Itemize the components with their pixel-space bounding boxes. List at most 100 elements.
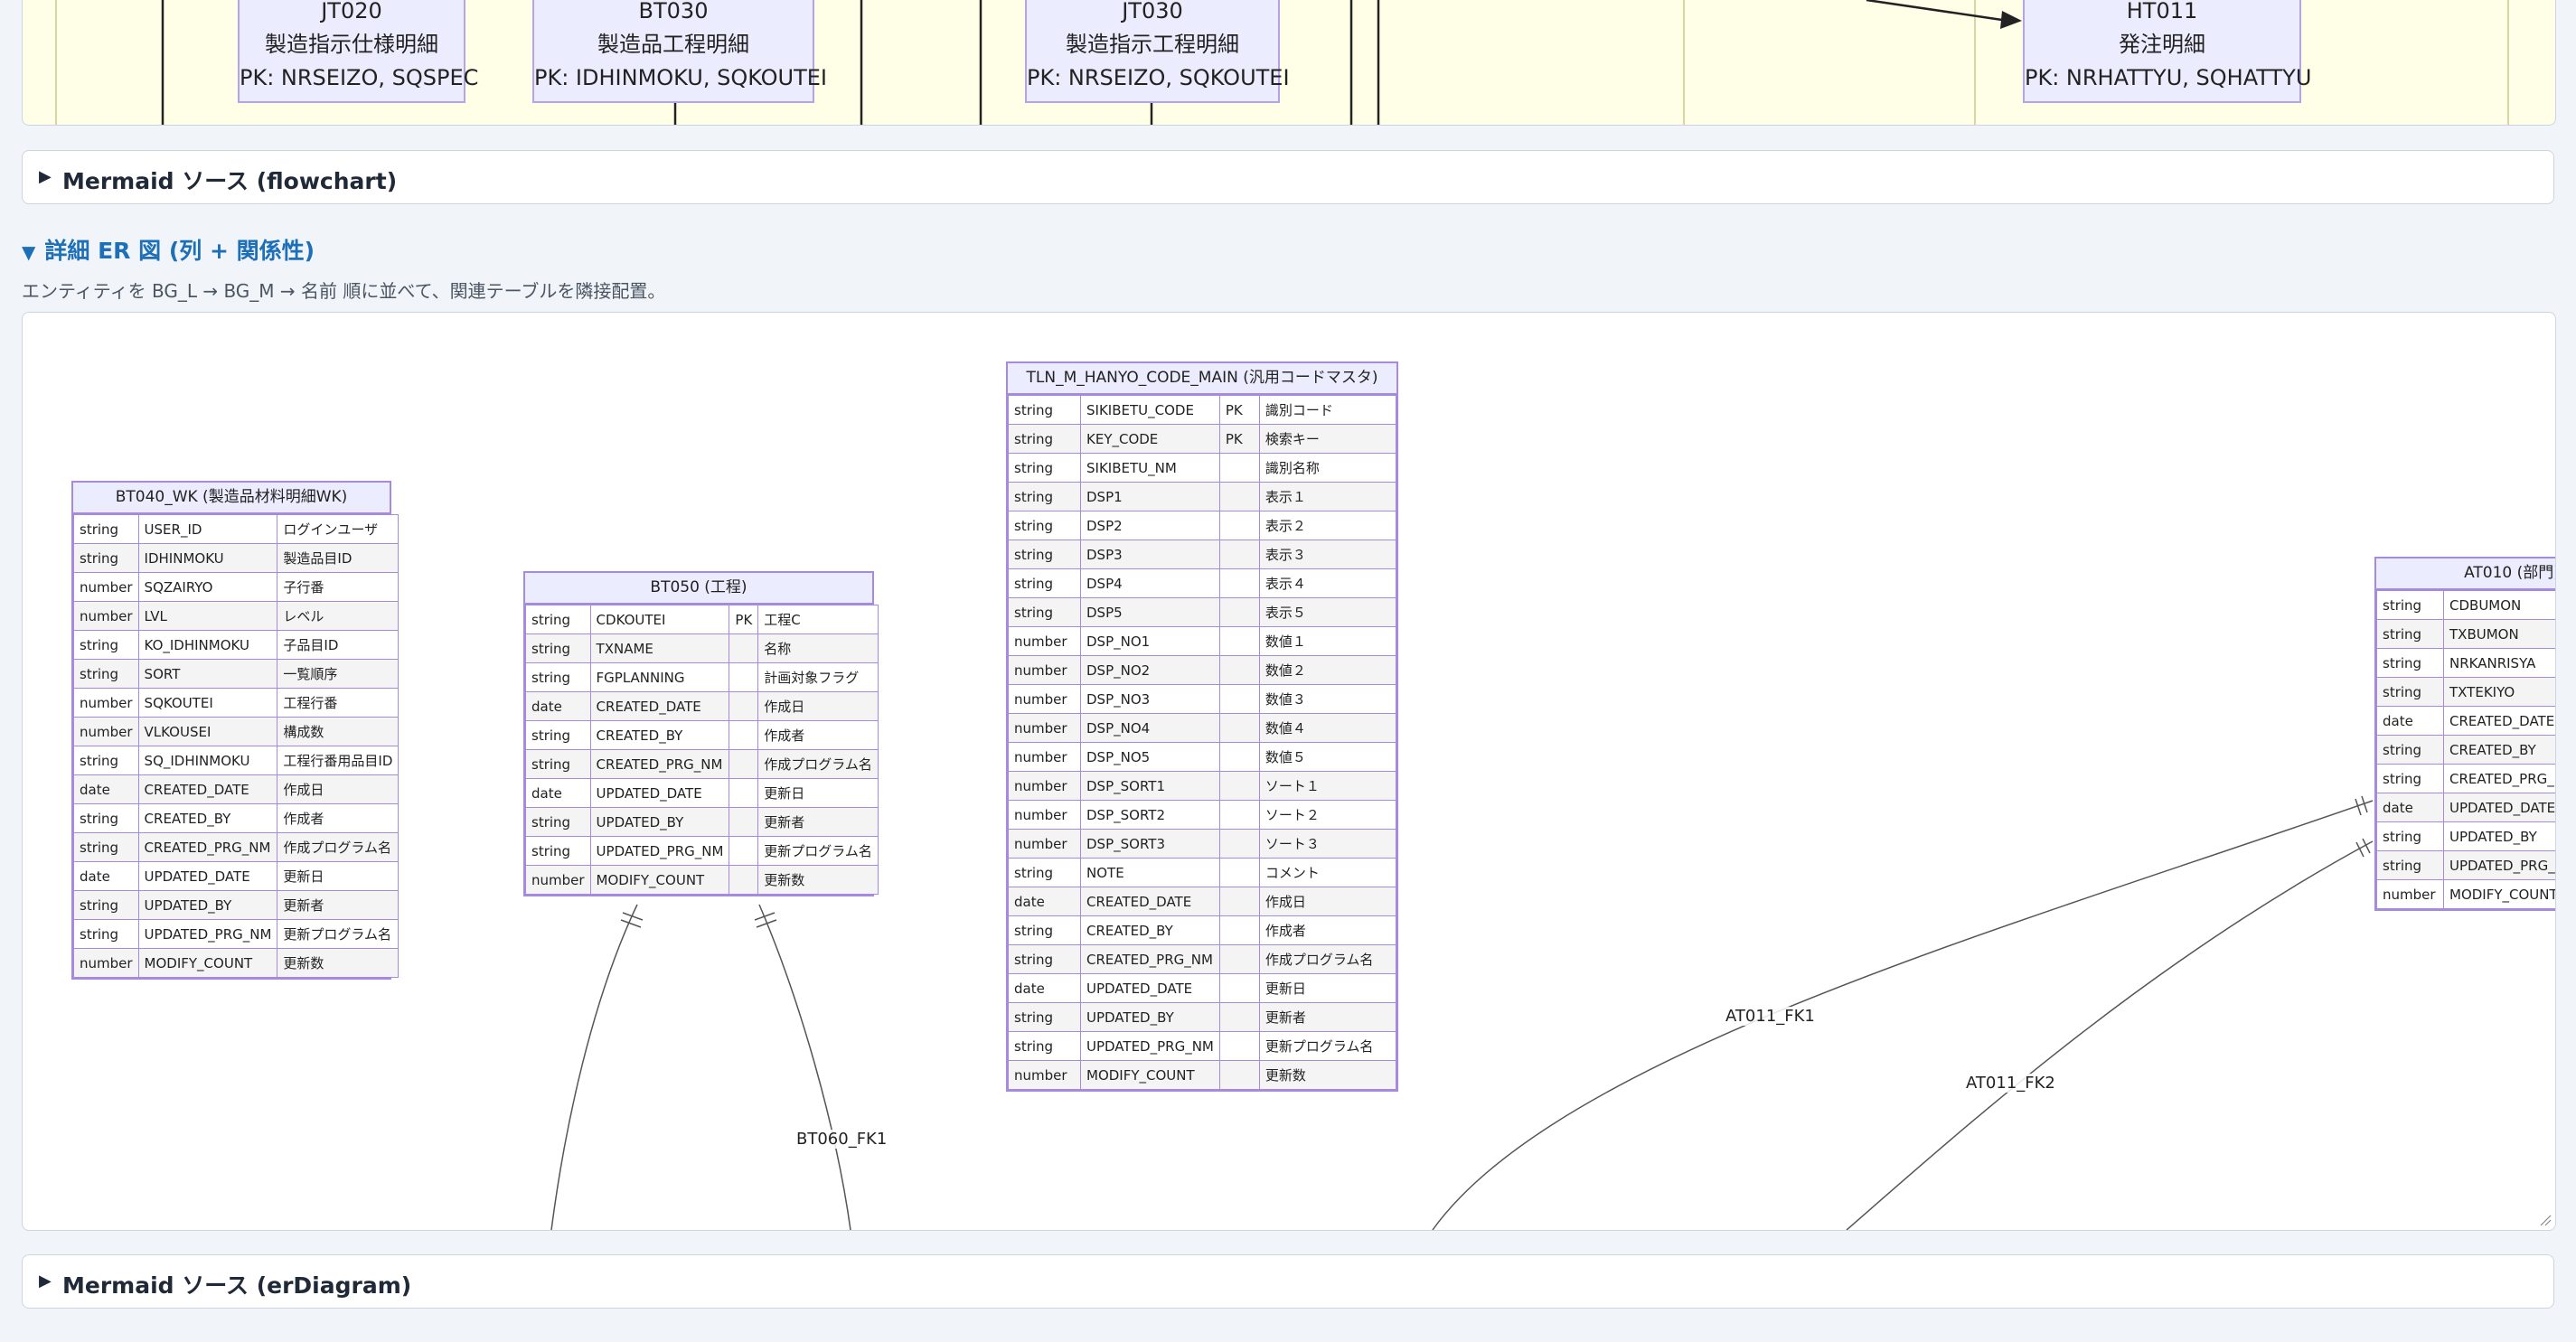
flow-node-bt030: BT030 製造品工程明細 PK: IDHINMOKU, SQKOUTEI: [532, 0, 827, 103]
entity-attribute-row: number MODIFY_COUNT 更新数: [1008, 1060, 1397, 1090]
attribute-name: FGPLANNING: [589, 662, 730, 692]
attribute-comment: 表示２: [1258, 511, 1397, 540]
attribute-name: SQKOUTEI: [137, 688, 278, 718]
attribute-key: [1218, 540, 1260, 569]
attribute-type: number: [73, 948, 139, 978]
attribute-name: UPDATED_DATE: [1080, 973, 1220, 1003]
entity-attribute-row: string IDHINMOKU 製造品目ID: [73, 543, 400, 573]
attribute-key: [1218, 915, 1260, 945]
attribute-comment: 子品目ID: [277, 630, 400, 660]
attribute-key: [729, 807, 759, 837]
attribute-key: [729, 633, 759, 663]
entity-attribute-row: string NRKANRISYA: [2376, 648, 2555, 678]
attribute-key: [1218, 597, 1260, 627]
attribute-name: DSP3: [1080, 540, 1220, 569]
attribute-type: number: [73, 601, 139, 631]
attribute-key: [1218, 713, 1260, 743]
attribute-key: [729, 662, 759, 692]
attribute-comment: 識別名称: [1258, 453, 1397, 483]
attribute-type: string: [73, 630, 139, 660]
attribute-type: number: [1008, 1060, 1081, 1090]
node-code: BT030: [638, 0, 709, 23]
attribute-type: number: [1008, 713, 1081, 743]
attribute-key: [1218, 800, 1260, 830]
attribute-type: string: [73, 514, 139, 544]
entity-bt050: BT050 (工程) string CDKOUTEI PK 工程C string TXNA…: [523, 571, 879, 896]
attribute-type: date: [1008, 887, 1081, 916]
node-name: 製造指示工程明細: [1066, 32, 1239, 57]
entity-title: BT040_WK (製造品材料明細WK): [73, 483, 390, 514]
attribute-comment: 工程行番: [277, 688, 400, 718]
attribute-name: DSP_SORT2: [1080, 800, 1220, 830]
attribute-name: VLKOUSEI: [137, 717, 278, 746]
entity-attribute-row: string FGPLANNING 計画対象フラグ: [525, 662, 879, 692]
attribute-type: string: [73, 543, 139, 573]
flowchart-source-toggle[interactable]: ▶ Mermaid ソース (flowchart): [22, 150, 2554, 204]
attribute-comment: コメント: [1258, 858, 1397, 887]
attribute-comment: 更新プログラム名: [1258, 1031, 1397, 1061]
entity-title: TLN_M_HANYO_CODE_MAIN (汎用コードマスタ): [1008, 363, 1396, 395]
attribute-comment: 構成数: [277, 717, 400, 746]
attribute-name: DSP5: [1080, 597, 1220, 627]
attribute-name: UPDATED_BY: [589, 807, 730, 837]
attribute-comment: 更新者: [1258, 1002, 1397, 1032]
attribute-comment: 更新者: [277, 890, 400, 920]
attribute-comment: 更新日: [277, 861, 400, 891]
node-pk: PK: IDHINMOKU, SQKOUTEI: [534, 65, 827, 90]
attribute-type: number: [1008, 684, 1081, 714]
attribute-comment: 表示３: [1258, 540, 1397, 569]
attribute-key: [1218, 887, 1260, 916]
entity-tln-m-hanyo-code-main: TLN_M_HANYO_CODE_MAIN (汎用コードマスタ) string S…: [1006, 361, 1398, 1092]
attribute-type: number: [2376, 879, 2444, 909]
attribute-key: [1218, 829, 1260, 859]
relation-label-bt060-fk1: BT060_FK1: [794, 1130, 889, 1149]
entity-attribute-row: number DSP_SORT2 ソート２: [1008, 800, 1397, 830]
collapse-caret-icon: ▼: [22, 241, 36, 263]
entity-attribute-row: string KEY_CODE PK 検索キー: [1008, 424, 1397, 454]
er-section-description: エンティティを BG_L → BG_M → 名前 順に並べて、関連テーブルを隣接…: [22, 280, 666, 302]
attribute-comment: 数値１: [1258, 626, 1397, 656]
entity-attribute-row: string DSP2 表示２: [1008, 511, 1397, 540]
details-title: Mermaid ソース (erDiagram): [62, 1272, 412, 1299]
er-source-toggle[interactable]: ▶ Mermaid ソース (erDiagram): [22, 1254, 2554, 1309]
entity-attribute-row: date UPDATED_DATE 更新日: [1008, 973, 1397, 1003]
attribute-key: [1218, 973, 1260, 1003]
er-section-toggle[interactable]: ▼ 詳細 ER 図 (列 + 関係性): [22, 233, 315, 266]
attribute-key: PK: [1218, 395, 1260, 425]
attribute-name: DSP_NO4: [1080, 713, 1220, 743]
attribute-type: string: [73, 746, 139, 775]
attribute-comment: 作成プログラム名: [1258, 944, 1397, 974]
attribute-key: [729, 749, 759, 779]
attribute-name: TXNAME: [589, 633, 730, 663]
attribute-name: CREATED_DATE: [1080, 887, 1220, 916]
entity-attribute-row: number LVL レベル: [73, 601, 400, 631]
entity-attribute-row: number DSP_NO4 数値４: [1008, 713, 1397, 743]
entity-attribute-row: number VLKOUSEI 構成数: [73, 717, 400, 746]
attribute-name: MODIFY_COUNT: [137, 948, 278, 978]
attribute-name: CREATED_BY: [589, 720, 730, 750]
attribute-type: number: [1008, 626, 1081, 656]
resize-handle-icon[interactable]: [2539, 1214, 2552, 1226]
attribute-key: [1218, 1060, 1260, 1090]
entity-at010: AT010 (部門) string CDBUMON string TXBUMON str…: [2374, 557, 2555, 911]
attribute-type: string: [2376, 619, 2444, 649]
attribute-type: string: [1008, 482, 1081, 511]
attribute-comment: 一覧順序: [277, 659, 400, 689]
attribute-name: UPDATED_DATE: [137, 861, 278, 891]
attribute-name: MODIFY_COUNT: [589, 865, 730, 895]
attribute-name: DSP_NO3: [1080, 684, 1220, 714]
entity-attribute-row: number MODIFY_COUNT 更新数: [73, 948, 400, 978]
entity-attribute-row: string DSP4 表示４: [1008, 568, 1397, 598]
node-code: JT030: [1122, 0, 1183, 23]
expand-caret-icon: ▶: [39, 167, 52, 186]
attribute-comment: 数値３: [1258, 684, 1397, 714]
attribute-comment: 作成日: [1258, 887, 1397, 916]
attribute-comment: 更新日: [757, 778, 879, 808]
attribute-type: number: [73, 688, 139, 718]
attribute-type: string: [525, 807, 591, 837]
attribute-name: SIKIBETU_CODE: [1080, 395, 1220, 425]
attribute-name: UPDATED_PRG_NM: [1080, 1031, 1220, 1061]
entity-attribute-row: number DSP_NO5 数値５: [1008, 742, 1397, 772]
attribute-name: TXBUMON: [2443, 619, 2555, 649]
attribute-name: SIKIBETU_NM: [1080, 453, 1220, 483]
